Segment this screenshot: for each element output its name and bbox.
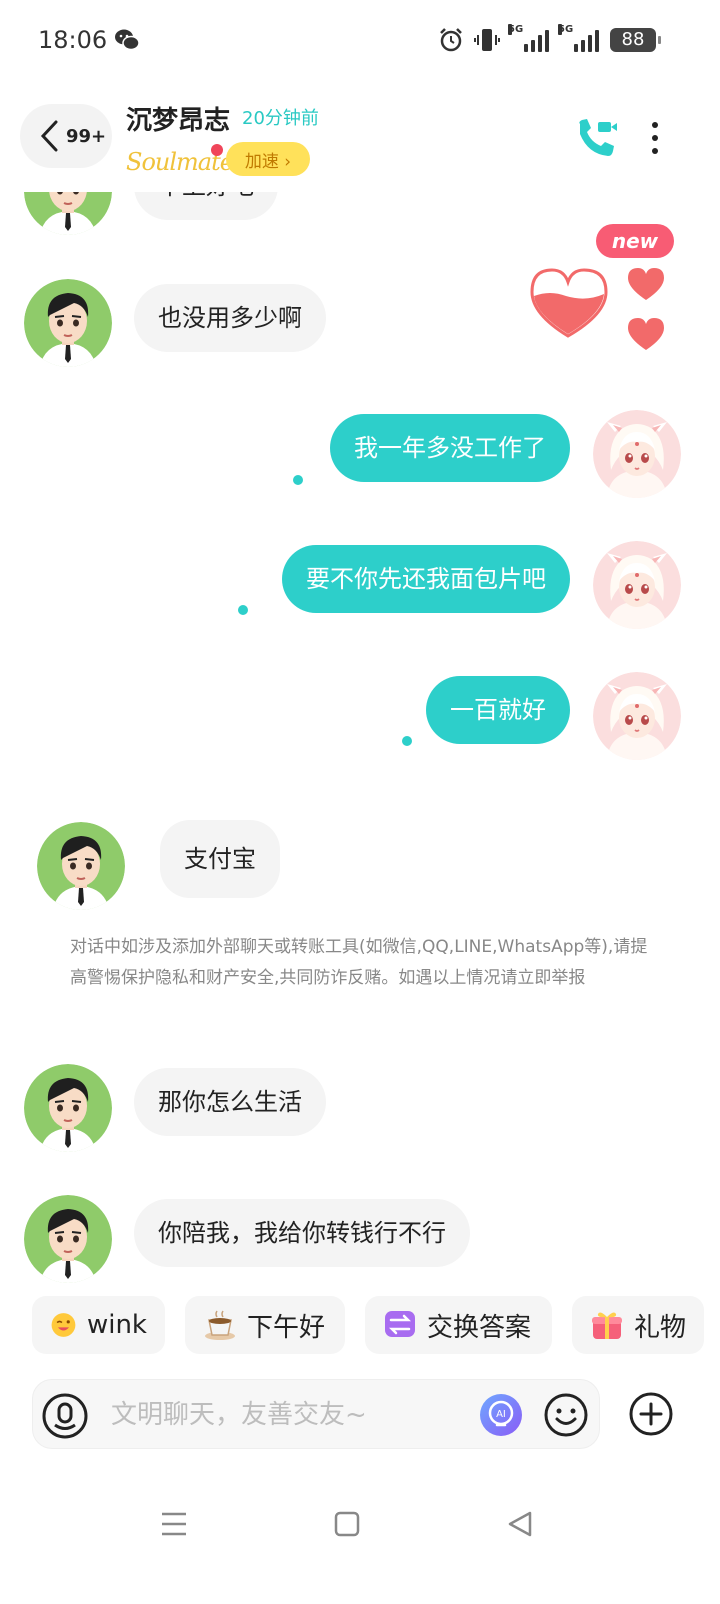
quick-reply-label: 礼物	[634, 1312, 687, 1343]
wechat-icon	[115, 29, 140, 51]
message-input-bar: AI	[32, 1379, 600, 1450]
unread-count: 99+	[66, 125, 107, 147]
heart-bottle-icon[interactable]	[526, 262, 676, 358]
quick-reply-label: wink	[86, 1310, 147, 1340]
my-avatar[interactable]	[593, 672, 681, 760]
plus-icon[interactable]	[628, 1391, 674, 1437]
new-badge[interactable]: new	[596, 224, 674, 258]
my-avatar[interactable]	[593, 410, 681, 498]
wink-emoji-icon	[51, 1313, 76, 1337]
message-bubble-incoming[interactable]: 那你怎么生活	[134, 1068, 326, 1136]
message-bubble-outgoing[interactable]: 要不你先还我面包片吧	[282, 545, 570, 613]
speed-up-button[interactable]: 加速 ›	[226, 142, 310, 176]
more-options-icon[interactable]	[640, 118, 670, 158]
status-icons: 5G 5G 88	[438, 24, 661, 56]
my-avatar[interactable]	[593, 541, 681, 629]
status-time: 18:06	[38, 26, 108, 54]
bubble-tail	[402, 736, 412, 746]
quick-reply-chip[interactable]: wink	[32, 1296, 165, 1354]
contact-avatar[interactable]	[24, 192, 112, 235]
contact-avatar[interactable]	[37, 822, 125, 910]
message-bubble-outgoing[interactable]: 一百就好	[426, 676, 570, 744]
message-input[interactable]	[111, 1380, 471, 1450]
gift-icon	[592, 1312, 622, 1339]
emoji-icon[interactable]	[543, 1392, 589, 1438]
bubble-tail	[238, 605, 248, 615]
signal-icon: 5G	[558, 24, 600, 52]
message-bubble-incoming[interactable]: 你陪我，我给你转钱行不行	[134, 1199, 470, 1267]
quick-reply-label: 下午好	[247, 1312, 326, 1343]
video-call-icon[interactable]	[574, 116, 618, 160]
message-bubble-outgoing[interactable]: 我一年多没工作了	[330, 414, 570, 482]
svg-text:AI: AI	[496, 1409, 506, 1420]
quick-reply-label: 交换答案	[427, 1312, 532, 1343]
chat-header: 99+ 沉梦昂志 20分钟前 Soulmate 加速 ›	[0, 92, 720, 192]
chevron-left-icon	[40, 120, 58, 152]
notification-dot	[211, 144, 223, 156]
battery-icon: 88	[610, 28, 661, 52]
message-bubble-incoming[interactable]: 支付宝	[160, 820, 280, 898]
message-bubble-incoming[interactable]: 也没用多少啊	[134, 284, 326, 352]
system-nav-bar	[0, 1490, 720, 1560]
quick-reply-chip[interactable]: 礼物	[572, 1296, 704, 1354]
menu-icon[interactable]	[158, 1508, 190, 1540]
contact-name[interactable]: 沉梦昂志	[126, 100, 230, 137]
coffee-icon	[205, 1310, 235, 1340]
safety-warning: 对话中如涉及添加外部聊天或转账工具(如微信,QQ,LINE,WhatsApp等)…	[70, 937, 648, 988]
ai-assistant-icon[interactable]: AI	[479, 1393, 523, 1437]
last-seen: 20分钟前	[242, 108, 319, 129]
back-button[interactable]: 99+	[20, 104, 112, 168]
contact-avatar[interactable]	[24, 279, 112, 367]
quick-reply-chip[interactable]: 交换答案	[365, 1296, 552, 1354]
quick-reply-chip[interactable]: 下午好	[185, 1296, 345, 1354]
bubble-tail	[293, 475, 303, 485]
voice-icon[interactable]	[41, 1392, 89, 1440]
message-bubble-incoming[interactable]: 早上好吧	[134, 192, 278, 220]
vibrate-icon	[474, 29, 500, 51]
contact-avatar[interactable]	[24, 1064, 112, 1152]
back-triangle-icon[interactable]	[504, 1508, 536, 1540]
alarm-icon	[440, 28, 462, 52]
contact-avatar[interactable]	[24, 1195, 112, 1283]
quick-reply-bar: wink 下午好 交换答案 礼物	[0, 1296, 720, 1354]
status-bar: 18:06 5G 5G 88	[0, 0, 720, 80]
exchange-icon	[385, 1311, 415, 1337]
signal-icon: 5G	[508, 24, 550, 52]
home-icon[interactable]	[331, 1508, 363, 1540]
